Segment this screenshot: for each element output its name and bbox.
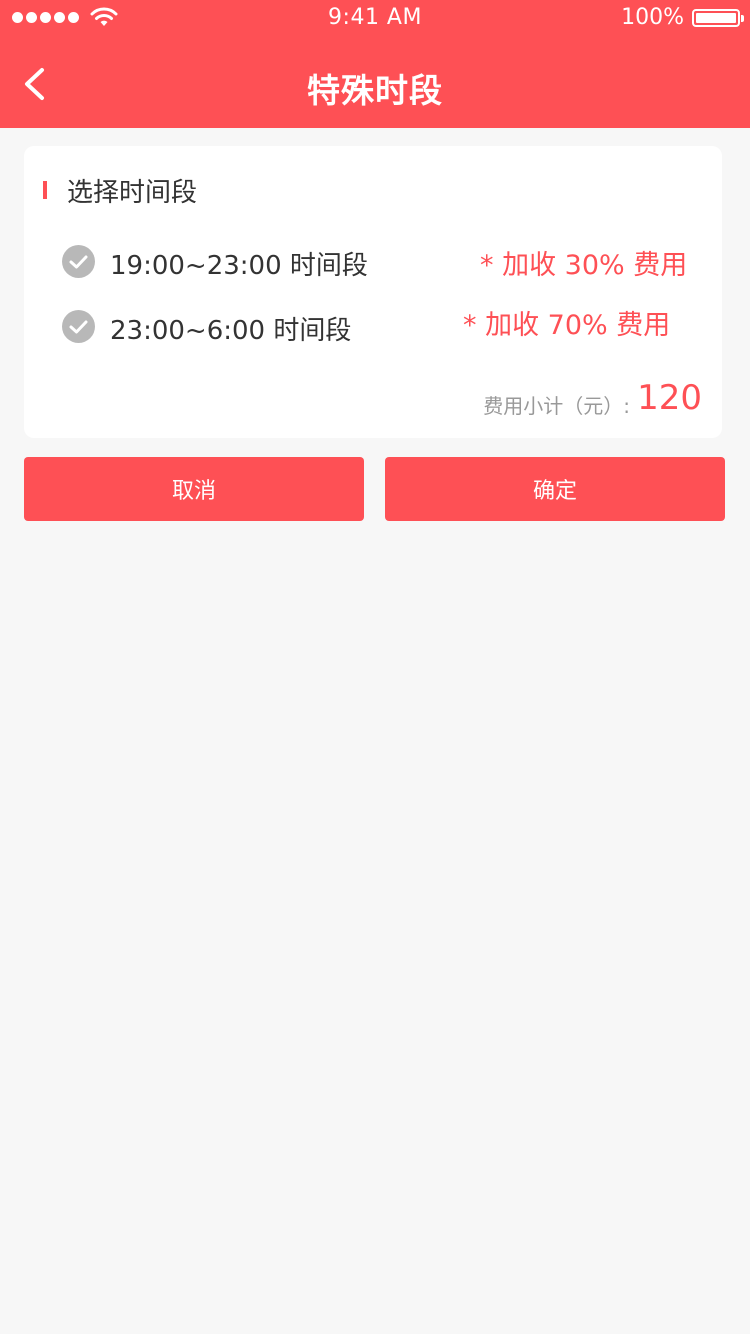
battery-icon	[692, 9, 744, 27]
battery-percentage: 100%	[621, 5, 684, 30]
section-marker	[43, 181, 47, 199]
time-slot-card: 选择时间段 19:00~23:00 时间段 * 加收 30% 费用 23:00~…	[24, 146, 722, 438]
confirm-button[interactable]: 确定	[385, 457, 725, 521]
checked-circle-icon[interactable]	[62, 310, 95, 343]
surcharge-label: * 加收 70% 费用	[463, 310, 671, 341]
time-slot-label: 19:00~23:00 时间段	[110, 251, 368, 281]
status-bar: 9:41 AM 100%	[0, 0, 750, 40]
app-header: 9:41 AM 100% 特殊时段	[0, 0, 750, 128]
page-title: 特殊时段	[307, 71, 443, 110]
surcharge-label: * 加收 30% 费用	[480, 250, 688, 281]
checked-circle-icon[interactable]	[62, 245, 95, 278]
navigation-bar: 特殊时段	[0, 40, 750, 128]
subtotal-value: 120	[637, 378, 702, 418]
section-title: 选择时间段	[67, 178, 198, 208]
time-slot-option-2[interactable]: 23:00~6:00 时间段 * 加收 70% 费用	[62, 307, 702, 347]
time-slot-label: 23:00~6:00 时间段	[110, 316, 352, 346]
cancel-button[interactable]: 取消	[24, 457, 364, 521]
subtotal-label: 费用小计（元）:	[483, 394, 630, 418]
time-slot-option-1[interactable]: 19:00~23:00 时间段 * 加收 30% 费用	[62, 242, 702, 282]
